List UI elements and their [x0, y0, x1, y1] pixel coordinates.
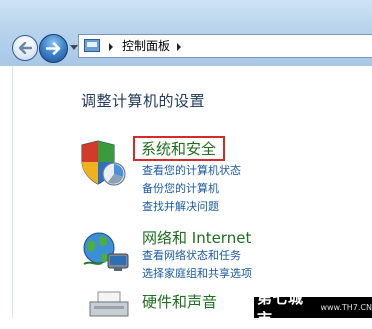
category-network-internet-title[interactable]: 网络和 Internet: [142, 229, 251, 247]
link-network-status[interactable]: 查看网络状态和任务: [142, 249, 241, 263]
link-troubleshoot[interactable]: 查找并解决问题: [142, 200, 219, 214]
breadcrumb-control-panel[interactable]: 控制面板: [122, 38, 170, 54]
control-panel-icon: [84, 39, 100, 52]
breadcrumb-separator-icon[interactable]: [109, 43, 113, 51]
printer-icon[interactable]: [86, 290, 134, 318]
category-hardware-sound-title[interactable]: 硬件和声音: [142, 293, 217, 311]
address-bar[interactable]: 控制面板: [78, 34, 372, 58]
link-homegroup-sharing[interactable]: 选择家庭组和共享选项: [142, 267, 252, 281]
forward-button[interactable]: [39, 34, 68, 63]
forward-arrow-icon: [46, 42, 61, 55]
link-backup-computer[interactable]: 备份您的计算机: [142, 182, 219, 196]
page-title: 调整计算机的设置: [81, 92, 206, 110]
chevron-down-icon[interactable]: [70, 45, 78, 50]
back-arrow-icon: [18, 42, 32, 54]
watermark: 第七城市 www.TH7.CN: [254, 289, 372, 328]
network-globe-icon[interactable]: [80, 230, 132, 274]
shield-icon[interactable]: [78, 139, 130, 187]
watermark-url: www.TH7.CN: [320, 303, 372, 312]
watermark-brand: 第七城市: [257, 288, 304, 328]
content-divider: [12, 66, 13, 318]
breadcrumb-separator-icon[interactable]: [177, 43, 181, 51]
highlight-box: [133, 136, 225, 161]
link-view-computer-status[interactable]: 查看您的计算机状态: [142, 164, 241, 178]
back-button[interactable]: [12, 35, 38, 61]
